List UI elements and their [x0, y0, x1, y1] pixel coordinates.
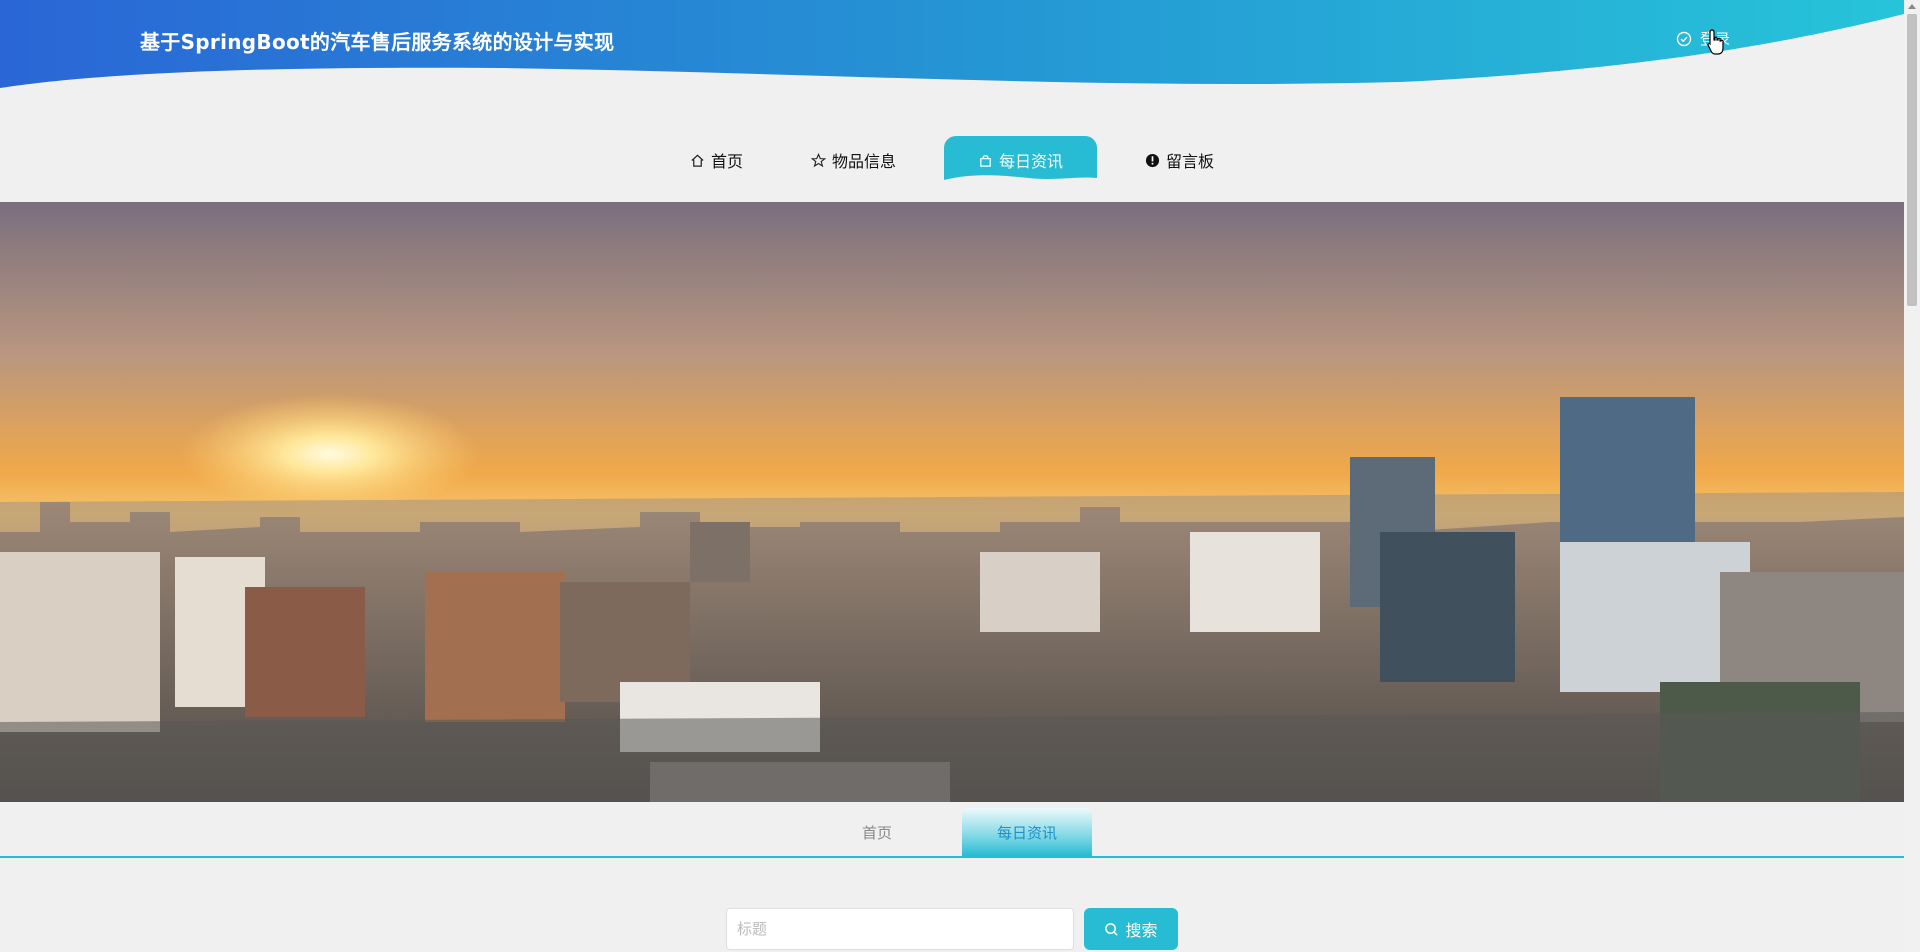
site-title: 基于SpringBoot的汽车售后服务系统的设计与实现: [140, 30, 615, 54]
home-icon: [691, 154, 704, 167]
title-search-input[interactable]: [726, 908, 1074, 950]
site-header: 基于SpringBoot的汽车售后服务系统的设计与实现 登录: [0, 0, 1904, 100]
nav-item-label: 物品信息: [831, 152, 896, 171]
search-icon: [1105, 922, 1119, 936]
search-button[interactable]: 搜索: [1084, 908, 1178, 950]
breadcrumb: 首页 每日资讯: [0, 808, 1904, 858]
search-button-label: 搜索: [1125, 921, 1158, 940]
bag-icon: [980, 154, 991, 167]
banner-carousel[interactable]: [0, 202, 1904, 802]
star-icon: [810, 152, 826, 167]
nav-item-daily-news[interactable]: 每日资讯: [944, 136, 1098, 186]
nav-item-label: 首页: [710, 152, 743, 171]
main-nav: 首页 物品信息 每日资讯 留言板: [0, 136, 1904, 186]
scroll-thumb[interactable]: [1907, 14, 1917, 306]
nav-item-label: 留言板: [1166, 152, 1215, 171]
page-scrollbar[interactable]: [1904, 0, 1920, 952]
nav-item-home[interactable]: 首页: [656, 136, 777, 184]
hand-cursor-icon: [1707, 29, 1724, 55]
breadcrumb-home[interactable]: 首页: [812, 808, 942, 856]
nav-item-message-board[interactable]: 留言板: [1111, 136, 1248, 184]
banner-image: [0, 202, 1904, 802]
scroll-up-arrow-icon[interactable]: [1908, 4, 1916, 9]
nav-item-items-info[interactable]: 物品信息: [777, 136, 930, 184]
active-tab-wave: [944, 175, 1098, 186]
search-bar: 搜索: [726, 908, 1178, 950]
check-circle-icon: [1676, 31, 1692, 46]
alert-circle-icon: [1145, 153, 1160, 167]
nav-item-label: 每日资讯: [999, 152, 1064, 171]
breadcrumb-daily-news[interactable]: 每日资讯: [962, 808, 1092, 856]
